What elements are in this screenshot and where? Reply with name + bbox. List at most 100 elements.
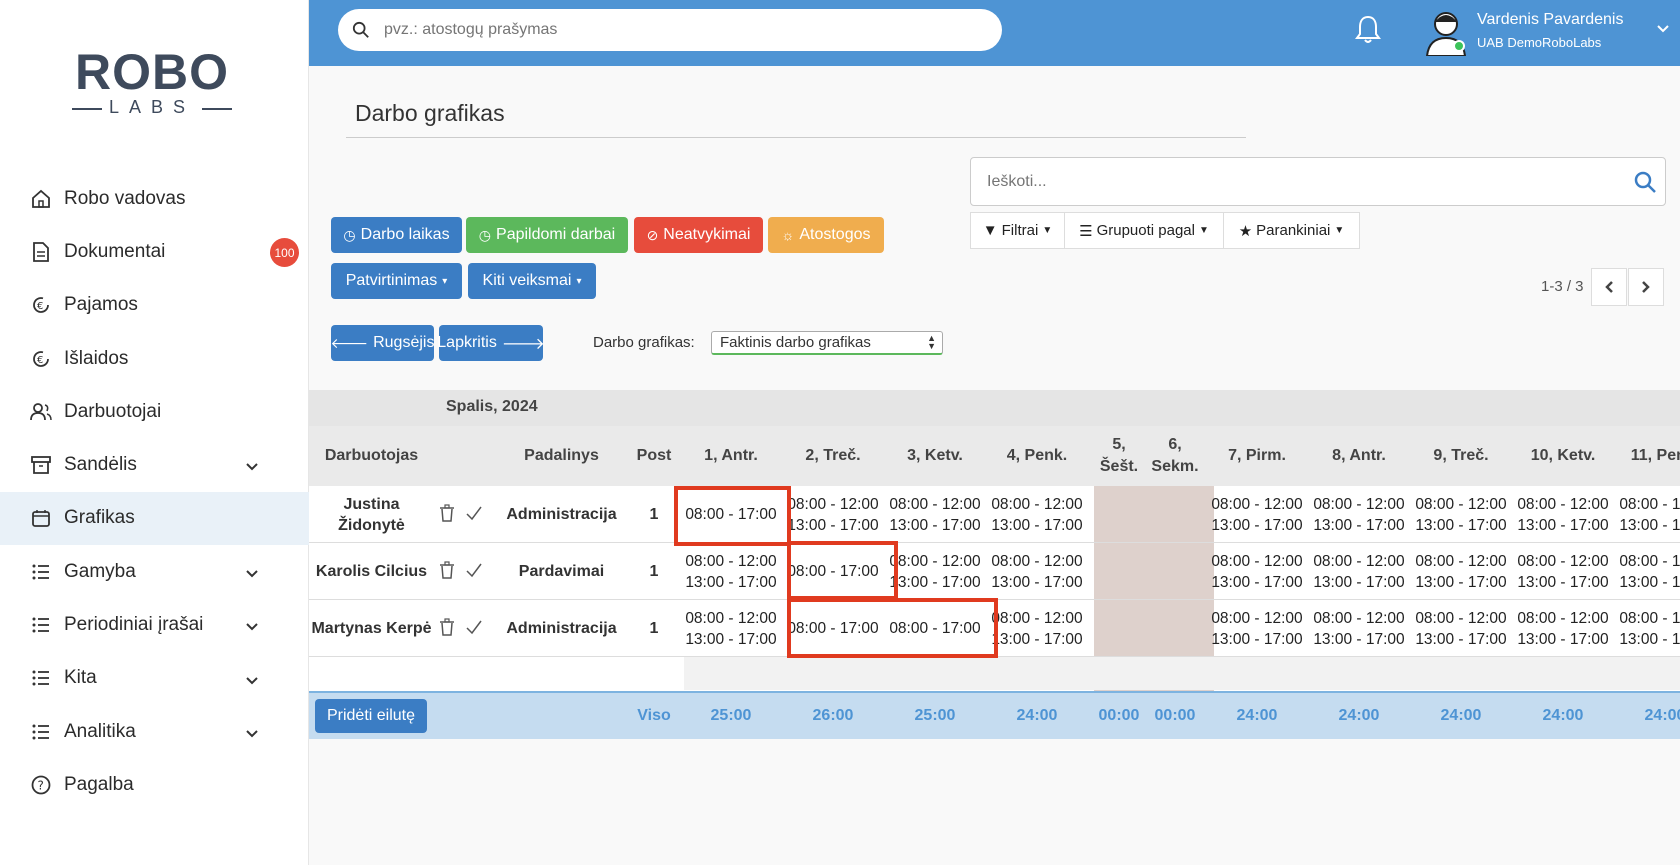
sidebar-item-analitika[interactable]: Analitika	[0, 705, 309, 758]
schedule-cell[interactable]: 08:00 - 12:00 13:00 - 17:00	[885, 543, 985, 600]
darbo-laikas-button[interactable]: ◷ Darbo laikas	[331, 217, 462, 253]
next-month-button[interactable]: Lapkritis 🡒	[437, 325, 545, 361]
day-header[interactable]: 1, Antr.	[681, 426, 781, 486]
kiti-veiksmai-dropdown[interactable]: Kiti veiksmai ▾	[468, 263, 596, 299]
schedule-cell[interactable]: 08:00 - 12:00 13:00 - 17:00	[1411, 486, 1511, 543]
day-header[interactable]: 2, Treč.	[783, 426, 883, 486]
employee-name[interactable]: Karolis Cilcius	[309, 543, 434, 600]
chevron-down-icon[interactable]	[245, 723, 259, 745]
sidebar-item-pajamos[interactable]: € Pajamos	[0, 279, 309, 332]
caret-down-icon: ▼	[1334, 225, 1345, 236]
schedule-cell[interactable]: 08:00 - 12:00 13:00 - 17:00	[1513, 486, 1613, 543]
schedule-cell[interactable]	[1089, 486, 1149, 543]
schedule-select[interactable]: Faktinis darbo grafikas ▲ ▼	[711, 331, 943, 355]
chevron-down-icon[interactable]	[245, 563, 259, 585]
records-search-input[interactable]	[987, 172, 1627, 191]
day-header[interactable]: 5, Šešt.	[1089, 426, 1149, 486]
schedule-cell[interactable]	[1089, 543, 1149, 600]
grupuoti-dropdown[interactable]: ☰ Grupuoti pagal ▼	[1064, 212, 1224, 249]
schedule-cell[interactable]: 08:00 - 12:00 13:00 - 17:00	[1615, 600, 1680, 657]
day-header[interactable]: 11, Penk.	[1615, 426, 1680, 486]
schedule-cell[interactable]	[1145, 600, 1205, 657]
sidebar-item-grafikas[interactable]: Grafikas	[0, 491, 309, 546]
sidebar-item-darbuotojai[interactable]: Darbuotojai	[0, 385, 309, 438]
archive-icon	[30, 454, 52, 476]
check-icon[interactable]	[465, 561, 483, 579]
trash-icon[interactable]	[439, 561, 455, 579]
day-header[interactable]: 3, Ketv.	[885, 426, 985, 486]
sun-icon: ☼	[781, 227, 795, 243]
check-icon[interactable]	[465, 504, 483, 522]
chevron-down-icon[interactable]	[1656, 24, 1670, 34]
day-header[interactable]: 7, Pirm.	[1207, 426, 1307, 486]
schedule-cell[interactable]: 08:00 - 12:00 13:00 - 17:00	[1207, 486, 1307, 543]
patvirtinimas-dropdown[interactable]: Patvirtinimas ▾	[331, 263, 462, 299]
filtrai-dropdown[interactable]: ▼ Filtrai ▼	[970, 212, 1065, 249]
chevron-down-icon[interactable]	[245, 456, 259, 478]
records-search[interactable]	[970, 157, 1666, 206]
sidebar-item-sandėlis[interactable]: Sandėlis	[0, 438, 309, 491]
parankiniai-dropdown[interactable]: ★ Parankiniai ▼	[1223, 212, 1360, 249]
schedule-cell[interactable]: 08:00 - 12:00 13:00 - 17:00	[681, 600, 781, 657]
chevron-down-icon: ▾	[442, 275, 448, 287]
schedule-cell[interactable]: 08:00 - 12:00 13:00 - 17:00	[1615, 543, 1680, 600]
col-header-post[interactable]: Post	[624, 426, 684, 486]
schedule-cell[interactable]: 08:00 - 12:00 13:00 - 17:00	[1309, 600, 1409, 657]
papildomi-darbai-button[interactable]: ◷ Papildomi darbai	[466, 217, 628, 253]
schedule-cell[interactable]: 08:00 - 12:00 13:00 - 17:00	[681, 543, 781, 600]
schedule-cell[interactable]: 08:00 - 12:00 13:00 - 17:00	[987, 600, 1087, 657]
sidebar-item-dokumentai[interactable]: Dokumentai 100	[0, 225, 309, 278]
time-range: 08:00 - 12:00	[1211, 552, 1303, 570]
schedule-cell[interactable]: 08:00 - 12:00 13:00 - 17:00	[783, 486, 883, 543]
schedule-cell[interactable]: 08:00 - 12:00 13:00 - 17:00	[1411, 600, 1511, 657]
schedule-cell[interactable]: 08:00 - 12:00 13:00 - 17:00	[987, 543, 1087, 600]
day-header[interactable]: 9, Treč.	[1411, 426, 1511, 486]
day-header[interactable]: 10, Ketv.	[1513, 426, 1613, 486]
sidebar-item-pagalba[interactable]: ? Pagalba	[0, 758, 309, 811]
chevron-down-icon[interactable]	[245, 670, 259, 692]
neatvykimai-button[interactable]: ⊘ Neatvykimai	[634, 217, 763, 253]
schedule-cell[interactable]	[1145, 486, 1205, 543]
sidebar-item-išlaidos[interactable]: € Išlaidos	[0, 332, 309, 385]
trash-icon[interactable]	[439, 618, 455, 636]
sidebar-item-periodiniai-įrašai[interactable]: Periodiniai įrašai	[0, 598, 309, 651]
global-search-input[interactable]	[384, 21, 944, 39]
schedule-cell[interactable]: 08:00 - 12:00 13:00 - 17:00	[1207, 600, 1307, 657]
prev-month-button[interactable]: 🡐 Rugsėjis	[331, 325, 434, 361]
atostogos-button[interactable]: ☼ Atostogos	[768, 217, 884, 253]
check-icon[interactable]	[465, 618, 483, 636]
user-company[interactable]: UAB DemoRoboLabs	[1477, 35, 1601, 50]
schedule-cell[interactable]: 08:00 - 12:00 13:00 - 17:00	[1309, 486, 1409, 543]
schedule-cell[interactable]: 08:00 - 12:00 13:00 - 17:00	[1207, 543, 1307, 600]
user-name[interactable]: Vardenis Pavardenis	[1477, 11, 1623, 29]
schedule-cell[interactable]: 08:00 - 12:00 13:00 - 17:00	[1513, 543, 1613, 600]
day-header[interactable]: 8, Antr.	[1309, 426, 1409, 486]
day-header[interactable]: 4, Penk.	[987, 426, 1087, 486]
schedule-cell[interactable]: 08:00 - 12:00 13:00 - 17:00	[1411, 543, 1511, 600]
schedule-cell[interactable]	[1089, 600, 1149, 657]
schedule-cell[interactable]: 08:00 - 12:00 13:00 - 17:00	[1615, 486, 1680, 543]
global-search[interactable]	[338, 9, 1002, 51]
schedule-cell[interactable]: 08:00 - 12:00 13:00 - 17:00	[1513, 600, 1613, 657]
search-icon[interactable]	[1633, 170, 1657, 194]
sidebar-item-robo-vadovas[interactable]: Robo vadovas	[0, 172, 309, 225]
robolabs-logo[interactable]: ROBO LABS	[72, 42, 232, 122]
schedule-cell[interactable]: 08:00 - 12:00 13:00 - 17:00	[885, 486, 985, 543]
pager-next-button[interactable]	[1628, 268, 1664, 306]
schedule-cell[interactable]: 08:00 - 12:00 13:00 - 17:00	[987, 486, 1087, 543]
schedule-cell[interactable]: 08:00 - 12:00 13:00 - 17:00	[1309, 543, 1409, 600]
pager-prev-button[interactable]	[1591, 268, 1627, 306]
schedule-cell[interactable]	[1145, 543, 1205, 600]
col-header-dept[interactable]: Padalinys	[484, 426, 639, 486]
empty-row-strip	[684, 657, 1680, 690]
trash-icon[interactable]	[439, 504, 455, 522]
employee-name[interactable]: Martynas Kerpė	[309, 600, 434, 657]
col-header-employee[interactable]: Darbuotojas	[309, 426, 434, 486]
chevron-down-icon[interactable]	[245, 616, 259, 638]
day-header[interactable]: 6, Sekm.	[1145, 426, 1205, 486]
sidebar-item-gamyba[interactable]: Gamyba	[0, 545, 309, 598]
add-row-button[interactable]: Pridėti eilutę	[315, 699, 427, 733]
employee-name[interactable]: Justina Židonytė	[309, 486, 434, 543]
sidebar-item-kita[interactable]: Kita	[0, 652, 309, 705]
bell-icon[interactable]	[1355, 14, 1381, 44]
